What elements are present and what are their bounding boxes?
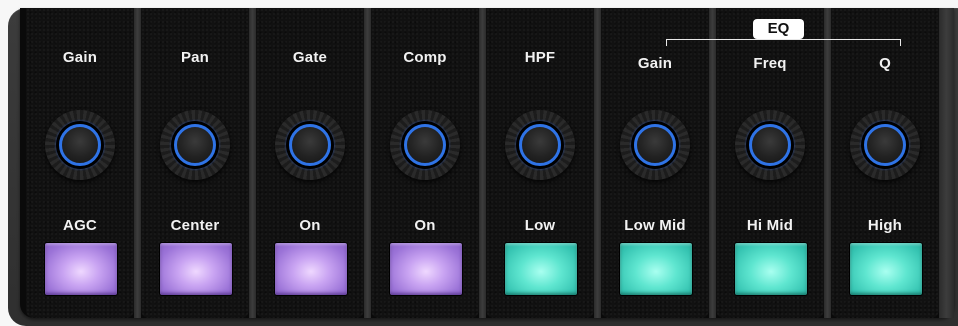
strip-divider [709,8,716,318]
gate-on-button[interactable] [274,242,348,296]
low-button[interactable] [504,242,578,296]
button-label-comp-on: On [414,217,436,234]
button-label-low-mid: Low Mid [624,217,686,234]
comp-on-button[interactable] [389,242,463,296]
eq-freq-knob[interactable] [735,110,805,180]
strip-divider [479,8,486,318]
button-label-center: Center [170,217,220,234]
comp-knob[interactable] [390,110,460,180]
button-label-hi-mid: Hi Mid [746,217,794,234]
strip-divider [364,8,371,318]
button-label-low: Low [524,217,556,234]
center-button[interactable] [159,242,233,296]
knob-label-gain: Gain [62,49,98,66]
pan-knob[interactable] [160,110,230,180]
knob-label-eq-freq: Freq [753,55,787,72]
strip-divider [134,8,141,318]
low-mid-button[interactable] [619,242,693,296]
eq-group-label: EQ [753,19,804,39]
high-button[interactable] [849,242,923,296]
knob-label-pan: Pan [180,49,210,66]
strip-divider [939,8,954,318]
eq-bracket [666,39,901,46]
gate-knob[interactable] [275,110,345,180]
eq-q-knob[interactable] [850,110,920,180]
button-label-gate-on: On [299,217,321,234]
hpf-knob[interactable] [505,110,575,180]
strip-divider [249,8,256,318]
knob-label-eq-q: Q [879,55,891,72]
strip-divider [594,8,601,318]
button-label-agc: AGC [63,217,97,234]
gain-knob[interactable] [45,110,115,180]
knob-label-comp: Comp [403,49,447,66]
button-label-high: High [867,217,903,234]
agc-button[interactable] [44,242,118,296]
controller-device: Gain AGC Pan Center Gate On Comp On HPF … [8,8,958,326]
control-panel: Gain AGC Pan Center Gate On Comp On HPF … [20,8,954,318]
eq-gain-knob[interactable] [620,110,690,180]
knob-label-gate: Gate [292,49,328,66]
knob-label-eq-gain: Gain [637,55,673,72]
strip-divider [824,8,831,318]
hi-mid-button[interactable] [734,242,808,296]
knob-label-hpf: HPF [524,49,556,66]
